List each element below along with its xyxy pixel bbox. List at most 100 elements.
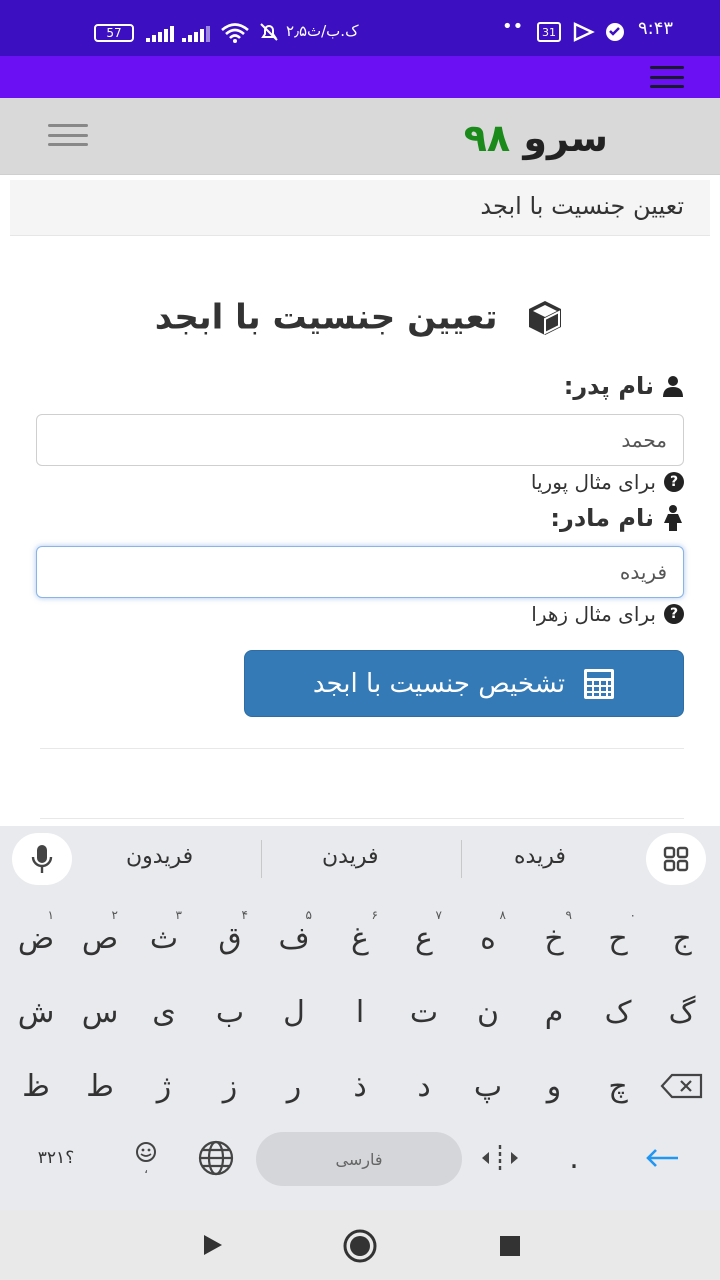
key-label: د [417, 1068, 431, 1104]
key[interactable]: ۹خ [522, 908, 586, 968]
calculator-icon [584, 668, 615, 699]
key-number-hint: ۰ [629, 908, 636, 922]
symbols-key-label: ؟۳۲۱ [37, 1148, 75, 1168]
key[interactable]: ز [198, 1056, 262, 1116]
key-number-hint: ۳ [175, 908, 182, 922]
key[interactable]: ۳ث [132, 908, 196, 968]
key[interactable]: س [68, 982, 132, 1042]
key[interactable]: ظ [4, 1056, 68, 1116]
key[interactable]: م [522, 982, 586, 1042]
key[interactable]: ج [650, 908, 714, 968]
key[interactable]: ۰ح [586, 908, 650, 968]
bell-off-icon [260, 23, 278, 41]
submit-button-label: تشخیص جنسیت با ابجد [312, 668, 566, 699]
key[interactable]: ژ [132, 1056, 196, 1116]
key[interactable]: ۷ع [392, 908, 456, 968]
calendar-day: 31 [542, 25, 556, 39]
breadcrumb-item[interactable]: تعیین جنسیت با ابجد [480, 192, 684, 220]
user-icon [663, 376, 683, 397]
key[interactable]: ۲ص [68, 908, 132, 968]
key[interactable]: و [522, 1056, 586, 1116]
key[interactable]: ذ [328, 1056, 392, 1116]
space-key[interactable]: فارسی [256, 1132, 462, 1186]
key[interactable]: ب [198, 982, 262, 1042]
period-key-label: . [569, 1140, 579, 1176]
father-name-label-text: نام پدر: [563, 372, 654, 400]
key-label: و [546, 1068, 562, 1104]
mother-name-input[interactable] [36, 546, 684, 598]
key[interactable]: ل [262, 982, 326, 1042]
key[interactable]: گ [650, 982, 714, 1042]
key-label: ب [215, 994, 245, 1030]
key-label: ز [222, 1068, 238, 1104]
question-icon: ? [664, 472, 684, 492]
menu-toggle-hamburger-icon[interactable] [48, 124, 88, 146]
key[interactable]: ۶غ [328, 908, 392, 968]
home-circle-icon[interactable] [342, 1228, 378, 1264]
period-key[interactable]: . [542, 1128, 606, 1188]
site-header: سرو ۹۸ [0, 98, 720, 175]
enter-arrow-icon [646, 1149, 678, 1167]
mic-icon[interactable] [12, 833, 72, 885]
hamburger-icon[interactable] [650, 66, 684, 88]
suggestion-bar: فریده فریدن فریدون [0, 826, 720, 892]
key[interactable]: ت [392, 982, 456, 1042]
form-title: تعیین جنسیت با ابجد [0, 296, 720, 346]
key-label: ر [286, 1068, 302, 1104]
key[interactable]: د [392, 1056, 456, 1116]
key-number-hint: ۷ [435, 908, 442, 922]
key[interactable]: ش [4, 982, 68, 1042]
key[interactable]: ر [262, 1056, 326, 1116]
father-name-input[interactable] [36, 414, 684, 466]
key[interactable]: پ [456, 1056, 520, 1116]
key-label: ن [476, 994, 500, 1030]
key-number-hint: ۸ [499, 908, 506, 922]
submit-button[interactable]: تشخیص جنسیت با ابجد [244, 650, 684, 717]
key-label: پ [473, 1068, 503, 1104]
key-label: ا [355, 994, 365, 1030]
cursor-move-key[interactable] [468, 1128, 532, 1188]
data-speed: ۲٫۵ک.ب/ث [286, 22, 359, 40]
backspace-key[interactable] [650, 1056, 714, 1116]
key-label: ی [152, 994, 176, 1030]
recents-square-icon[interactable] [499, 1235, 521, 1257]
logo-number: ۹۸ [463, 116, 511, 160]
key[interactable]: ی [132, 982, 196, 1042]
key[interactable]: ۸ه [456, 908, 520, 968]
space-key-label: فارسی [335, 1149, 383, 1169]
logo-text: سرو [523, 116, 608, 160]
key[interactable]: ۱ض [4, 908, 68, 968]
key-label: ج [672, 920, 692, 956]
battery-level: 57 [106, 26, 122, 40]
key-label: ث [149, 920, 179, 956]
suggestion-1[interactable]: فریده [514, 844, 566, 869]
key[interactable]: ن [456, 982, 520, 1042]
key-label: خ [544, 920, 564, 956]
key-number-hint: ۴ [241, 908, 248, 922]
symbols-key[interactable]: ؟۳۲۱ [24, 1128, 88, 1188]
key-number-hint: ۲ [111, 908, 118, 922]
key[interactable]: چ [586, 1056, 650, 1116]
key[interactable]: ط [68, 1056, 132, 1116]
key[interactable]: ۴ق [198, 908, 262, 968]
suggestion-2[interactable]: فریدن [322, 844, 378, 869]
emoji-key[interactable]: ، [114, 1128, 178, 1188]
key-label: ه [480, 920, 496, 956]
grid-icon[interactable] [646, 833, 706, 885]
signal-icon-1 [146, 26, 174, 42]
back-triangle-icon[interactable] [202, 1234, 224, 1256]
key-label: غ [351, 920, 369, 956]
language-key[interactable] [184, 1128, 248, 1188]
key[interactable]: ا [328, 982, 392, 1042]
key-label: ح [608, 920, 628, 956]
key-label: ع [415, 920, 433, 956]
suggestion-3[interactable]: فریدون [126, 844, 193, 869]
key[interactable]: ک [586, 982, 650, 1042]
emoji-icon: ، [136, 1142, 156, 1175]
site-logo[interactable]: سرو ۹۸ [464, 116, 608, 160]
key[interactable]: ۵ف [262, 908, 326, 968]
mother-name-hint-text: برای مثال زهرا [531, 602, 656, 626]
more-dots-icon: •• [502, 16, 524, 37]
enter-key[interactable] [630, 1128, 694, 1188]
cursor-move-icon [482, 1145, 518, 1171]
